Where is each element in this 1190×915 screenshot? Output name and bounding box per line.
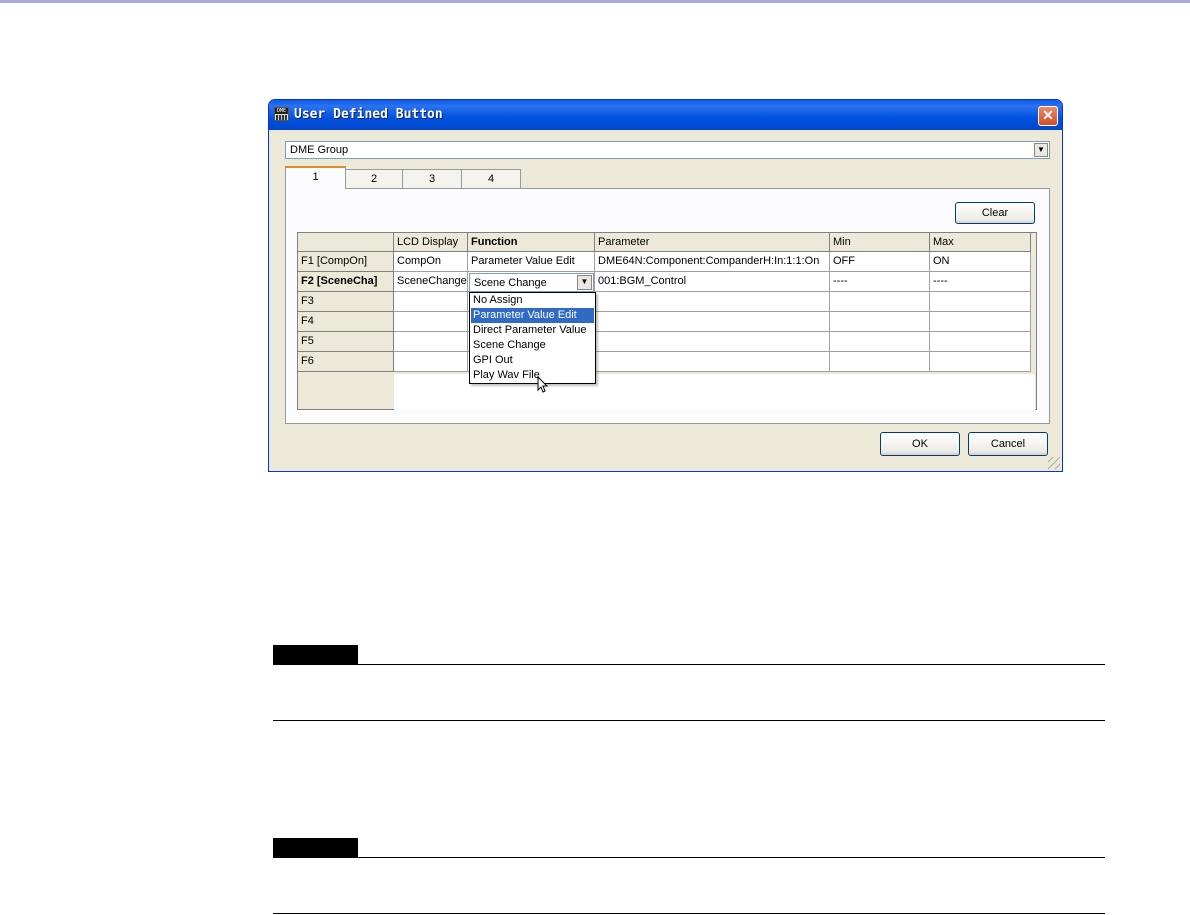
tab-3[interactable]: 3 bbox=[402, 169, 462, 188]
function-combobox[interactable]: Scene Change ▼ bbox=[469, 273, 594, 292]
close-icon: ✕ bbox=[1042, 107, 1054, 123]
table-cell-parameter[interactable]: 001:BGM_Control bbox=[595, 272, 830, 292]
table-cell-max[interactable]: ---- bbox=[930, 272, 1031, 292]
group-select-value: DME Group bbox=[290, 144, 349, 156]
row-header-f4[interactable]: F4 bbox=[298, 312, 394, 332]
note-label-bar bbox=[273, 838, 358, 858]
dropdown-option-no-assign[interactable]: No Assign bbox=[471, 293, 594, 308]
table-cell-min[interactable] bbox=[830, 292, 930, 312]
row-header-f2[interactable]: F2 [SceneCha] bbox=[298, 272, 394, 292]
table-cell-parameter[interactable]: DME64N:Component:CompanderH:In:1:1:On bbox=[595, 252, 830, 272]
table-cell-parameter[interactable] bbox=[595, 352, 830, 372]
clear-button[interactable]: Clear bbox=[955, 202, 1035, 224]
column-header-function[interactable]: Function bbox=[468, 233, 595, 252]
tab-2[interactable]: 2 bbox=[345, 169, 403, 188]
table-cell-max[interactable] bbox=[930, 352, 1031, 372]
corner-header bbox=[298, 233, 394, 252]
table-cell-parameter[interactable] bbox=[595, 312, 830, 332]
table-cell-max[interactable] bbox=[930, 332, 1031, 352]
close-button[interactable]: ✕ bbox=[1038, 106, 1058, 126]
row-header-f3[interactable]: F3 bbox=[298, 292, 394, 312]
table-cell-parameter[interactable] bbox=[595, 332, 830, 352]
mouse-pointer-icon bbox=[537, 376, 549, 393]
table-cell-min[interactable] bbox=[830, 332, 930, 352]
table-cell-min[interactable] bbox=[830, 312, 930, 332]
dme-app-icon: DME bbox=[274, 107, 289, 121]
table-cell-lcd[interactable] bbox=[394, 292, 468, 312]
tab-4[interactable]: 4 bbox=[461, 169, 521, 188]
table-cell-min[interactable] bbox=[830, 352, 930, 372]
user-defined-button-dialog: DME User Defined Button ✕ DME Group ▼ 1 … bbox=[268, 99, 1063, 472]
dropdown-option-play-wav-file[interactable]: Play Wav File bbox=[471, 368, 594, 383]
dialog-title: User Defined Button bbox=[294, 107, 443, 122]
table-cell-max[interactable] bbox=[930, 312, 1031, 332]
cancel-button[interactable]: Cancel bbox=[968, 432, 1048, 456]
title-bar[interactable]: DME User Defined Button ✕ bbox=[269, 100, 1062, 130]
column-header-parameter[interactable]: Parameter bbox=[595, 233, 830, 252]
column-header-min[interactable]: Min bbox=[830, 233, 930, 252]
dropdown-option-scene-change[interactable]: Scene Change bbox=[471, 338, 594, 353]
table-cell-lcd[interactable]: CompOn bbox=[394, 252, 468, 272]
note-bottom-rule bbox=[273, 913, 1105, 914]
tab-1[interactable]: 1 bbox=[285, 166, 346, 189]
dropdown-option-direct-parameter-value[interactable]: Direct Parameter Value bbox=[471, 323, 594, 338]
dropdown-option-parameter-value-edit[interactable]: Parameter Value Edit bbox=[471, 308, 594, 323]
resize-grip-icon[interactable] bbox=[1048, 457, 1060, 469]
note-top-rule bbox=[273, 664, 1105, 665]
table-cell-function[interactable]: Parameter Value Edit bbox=[468, 252, 595, 272]
note-label-bar bbox=[273, 645, 358, 665]
row-header-f5[interactable]: F5 bbox=[298, 332, 394, 352]
table-cell-min[interactable]: ---- bbox=[830, 272, 930, 292]
function-dropdown-list: No Assign Parameter Value Edit Direct Pa… bbox=[469, 292, 596, 384]
table-cell-lcd[interactable]: SceneChange bbox=[394, 272, 468, 292]
column-header-max[interactable]: Max bbox=[930, 233, 1031, 252]
table-cell-max[interactable] bbox=[930, 292, 1031, 312]
chevron-down-icon[interactable]: ▼ bbox=[1034, 143, 1048, 157]
page-top-rule bbox=[0, 0, 1190, 3]
table-cell-lcd[interactable] bbox=[394, 312, 468, 332]
note-bottom-rule bbox=[273, 720, 1105, 721]
function-combobox-value: Scene Change bbox=[474, 277, 547, 289]
row-header-f6[interactable]: F6 bbox=[298, 352, 394, 372]
table-cell-max[interactable]: ON bbox=[930, 252, 1031, 272]
ok-button[interactable]: OK bbox=[880, 432, 960, 456]
note-top-rule bbox=[273, 857, 1105, 858]
row-header-f1[interactable]: F1 [CompOn] bbox=[298, 252, 394, 272]
table-cell-lcd[interactable] bbox=[394, 352, 468, 372]
chevron-down-icon[interactable]: ▼ bbox=[577, 275, 592, 290]
column-header-lcd[interactable]: LCD Display bbox=[394, 233, 468, 252]
table-cell-min[interactable]: OFF bbox=[830, 252, 930, 272]
table-cell-parameter[interactable] bbox=[595, 292, 830, 312]
dropdown-option-gpi-out[interactable]: GPI Out bbox=[471, 353, 594, 368]
group-select[interactable]: DME Group ▼ bbox=[285, 141, 1050, 159]
table-cell-lcd[interactable] bbox=[394, 332, 468, 352]
button-assignment-grid: LCD Display Function Parameter Min Max F… bbox=[297, 232, 1037, 410]
